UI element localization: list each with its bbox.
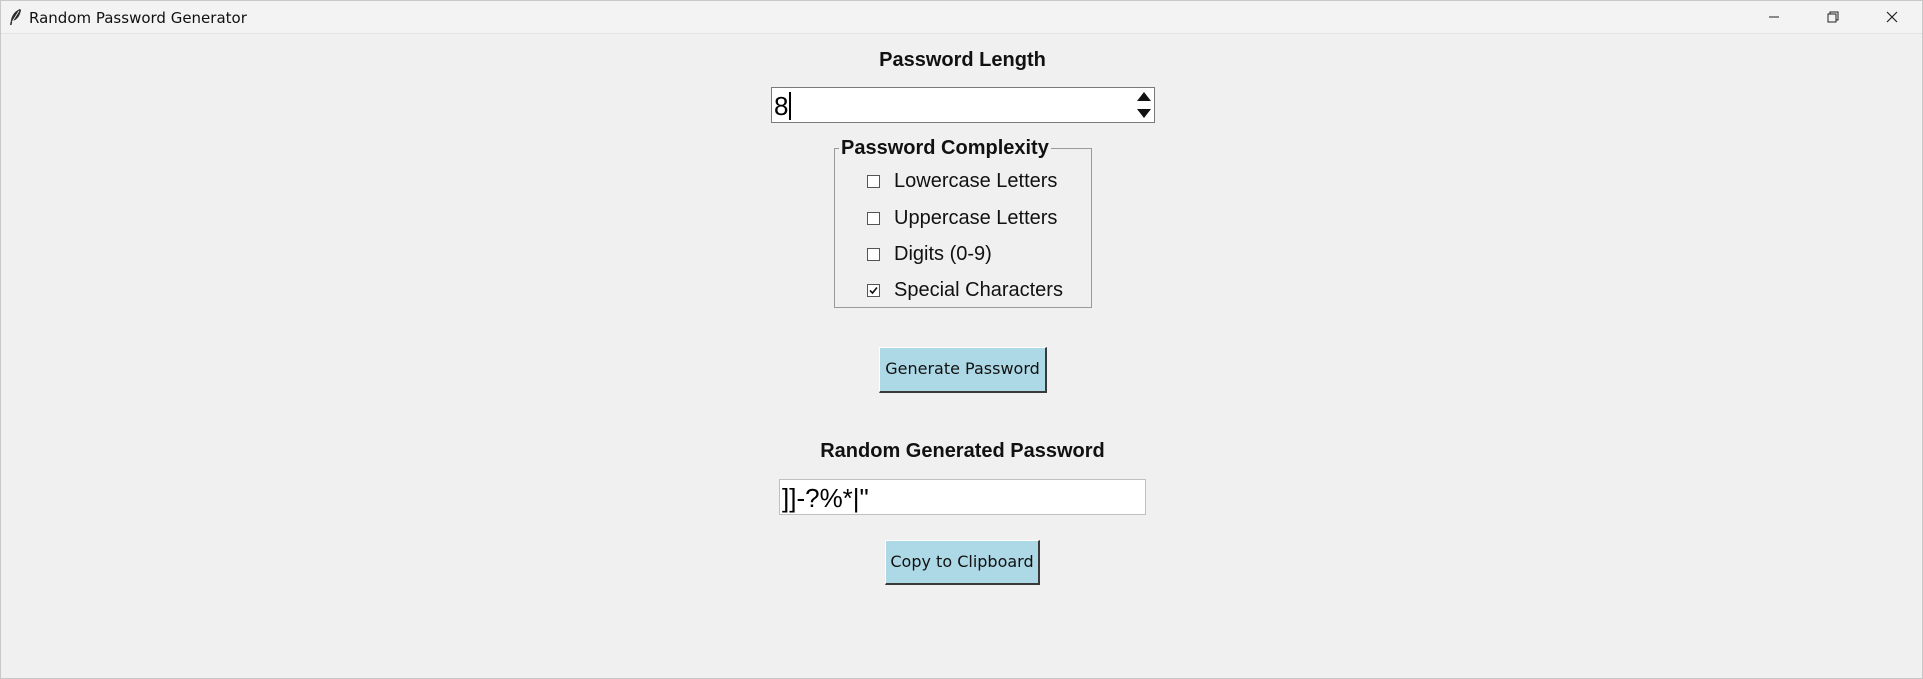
uppercase-checkbox[interactable] [867,211,880,225]
close-button[interactable] [1863,1,1921,33]
generate-password-button[interactable]: Generate Password [879,347,1047,393]
checkmark-icon [869,286,878,294]
special-checkbox[interactable] [867,283,880,297]
minimize-icon [1768,11,1780,23]
restore-icon [1827,11,1839,23]
lowercase-checkbox[interactable] [867,174,880,188]
spin-down-button[interactable] [1135,105,1153,121]
feather-icon [7,8,23,26]
spin-up-button[interactable] [1135,89,1153,105]
password-length-spinbox[interactable]: 8 [771,87,1155,123]
arrow-down-icon [1135,108,1153,125]
copy-to-clipboard-button[interactable]: Copy to Clipboard [885,540,1040,585]
generated-password-field[interactable]: ]]-?%*|" [779,479,1146,515]
generated-password-title: Random Generated Password [820,440,1105,462]
window-title: Random Password Generator [29,9,247,27]
checkbox-row-digits[interactable]: Digits (0-9) [867,242,992,266]
spin-arrows [1135,89,1153,121]
uppercase-label[interactable]: Uppercase Letters [894,207,1057,230]
generated-password-value[interactable]: ]]-?%*|" [782,483,869,514]
title-bar[interactable]: Random Password Generator [1,1,1922,34]
password-length-title: Password Length [879,49,1046,71]
checkbox-row-lowercase[interactable]: Lowercase Letters [867,169,1057,193]
close-icon [1886,11,1898,23]
digits-label[interactable]: Digits (0-9) [894,243,992,266]
lowercase-label[interactable]: Lowercase Letters [894,170,1057,193]
text-caret [789,92,791,120]
password-complexity-group: Password Complexity Lowercase Letters Up… [834,137,1092,308]
minimize-button[interactable] [1745,1,1803,33]
special-label[interactable]: Special Characters [894,279,1063,302]
password-length-value[interactable]: 8 [774,91,788,122]
password-complexity-legend: Password Complexity [839,137,1051,160]
digits-checkbox[interactable] [867,247,880,261]
checkbox-row-special[interactable]: Special Characters [867,278,1063,302]
restore-button[interactable] [1804,1,1862,33]
checkbox-row-uppercase[interactable]: Uppercase Letters [867,206,1057,230]
app-window: Random Password Generator Password Lengt… [0,0,1923,679]
